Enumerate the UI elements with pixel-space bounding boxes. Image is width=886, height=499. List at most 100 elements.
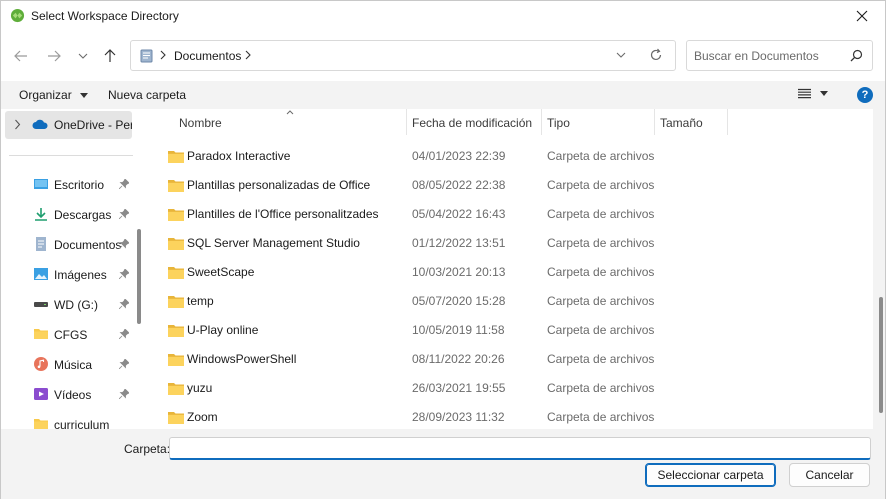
folder-icon — [168, 238, 184, 250]
file-type: Carpeta de archivos — [547, 323, 655, 337]
search-input[interactable] — [694, 48, 844, 64]
column-header-label: Nombre — [179, 116, 222, 130]
column-header-name[interactable]: Nombre — [148, 109, 406, 135]
sidebar-item-escritorio[interactable]: Escritorio — [1, 171, 135, 199]
file-modified-date: 01/12/2022 13:51 — [412, 236, 506, 250]
arrow-left-icon — [14, 50, 27, 62]
download-icon — [35, 208, 47, 221]
refresh-icon[interactable] — [649, 48, 663, 62]
file-list-scrollbar[interactable] — [879, 297, 883, 413]
file-list: Nombre Fecha de modificación Tipo Tamaño… — [148, 109, 873, 429]
file-type: Carpeta de archivos — [547, 352, 655, 366]
eclipse-app-icon — [10, 8, 25, 23]
pin-icon[interactable] — [119, 239, 129, 249]
sidebar-item-imagenes[interactable]: Imágenes — [1, 261, 135, 289]
sidebar-item-videos[interactable]: Vídeos — [1, 381, 135, 409]
file-name: U-Play online — [187, 323, 259, 337]
file-name: Plantillas personalizadas de Office — [187, 178, 371, 192]
folder-icon — [168, 209, 184, 221]
view-options-button[interactable] — [798, 88, 828, 99]
sidebar-item-musica[interactable]: Música — [1, 351, 135, 379]
new-folder-button[interactable]: Nueva carpeta — [108, 88, 186, 102]
sidebar-item-descargas[interactable]: Descargas — [1, 201, 135, 229]
sidebar-item-label: Vídeos — [54, 388, 92, 402]
pin-icon[interactable] — [119, 299, 129, 309]
up-button[interactable] — [99, 45, 121, 67]
select-folder-button[interactable]: Seleccionar carpeta — [645, 463, 776, 487]
help-button[interactable]: ? — [857, 87, 873, 103]
folder-input[interactable] — [169, 437, 871, 460]
dialog-footer: Carpeta: Seleccionar carpeta Cancelar — [1, 429, 885, 499]
breadcrumb-chevron-icon[interactable] — [244, 49, 252, 61]
file-modified-date: 05/04/2022 16:43 — [412, 207, 506, 221]
file-modified-date: 10/03/2021 20:13 — [412, 265, 506, 279]
file-row[interactable]: Plantilles de l'Office personalitzades 05… — [148, 199, 848, 228]
file-type: Carpeta de archivos — [547, 265, 655, 279]
file-row[interactable]: WindowsPowerShell 08/11/2022 20:26 Carpeta… — [148, 344, 848, 373]
sidebar-item-documentos[interactable]: Documentos — [1, 231, 135, 259]
pin-icon[interactable] — [119, 329, 129, 339]
file-row[interactable]: yuzu 26/03/2021 19:55 Carpeta de archivos — [148, 373, 848, 402]
back-button[interactable] — [10, 45, 32, 67]
sidebar-item-curriculum[interactable]: curriculum — [1, 411, 135, 429]
address-row: Documentos — [1, 31, 885, 81]
close-button[interactable] — [839, 1, 885, 31]
music-icon — [34, 357, 48, 371]
file-row[interactable]: Paradox Interactive 04/01/2023 22:39 Carpe… — [148, 141, 848, 170]
document-icon — [36, 237, 46, 251]
file-name: WindowsPowerShell — [187, 352, 297, 366]
file-row[interactable]: SweetScape 10/03/2021 20:13 Carpeta de arc… — [148, 257, 848, 286]
file-name: yuzu — [187, 381, 213, 395]
column-header-type[interactable]: Tipo — [542, 109, 654, 135]
nav-scrollbar[interactable] — [137, 229, 141, 324]
file-modified-date: 08/11/2022 20:26 — [412, 352, 505, 366]
column-divider[interactable] — [727, 109, 728, 135]
folder-icon — [168, 151, 184, 163]
file-modified-date: 05/07/2020 15:28 — [412, 294, 506, 308]
cancel-button[interactable]: Cancelar — [789, 463, 870, 487]
organize-button[interactable]: Organizar — [19, 88, 89, 102]
address-dropdown-icon[interactable] — [615, 49, 627, 61]
file-modified-date: 04/01/2023 22:39 — [412, 149, 506, 163]
sidebar-item-onedrive[interactable]: OneDrive - Personal — [5, 111, 132, 139]
file-row[interactable]: U-Play online 10/05/2019 11:58 Carpeta de … — [148, 315, 848, 344]
column-header-label: Tamaño — [660, 116, 703, 130]
address-bar[interactable]: Documentos — [130, 40, 676, 71]
pin-icon[interactable] — [119, 209, 129, 219]
chevron-right-icon[interactable] — [14, 119, 21, 130]
forward-button[interactable] — [43, 45, 65, 67]
pin-icon[interactable] — [119, 179, 129, 189]
file-type: Carpeta de archivos — [547, 381, 655, 395]
column-header-label: Fecha de modificación — [412, 116, 533, 130]
folder-icon — [168, 325, 184, 337]
file-name: Paradox Interactive — [187, 149, 291, 163]
file-type: Carpeta de archivos — [547, 236, 655, 250]
folder-field-label: Carpeta: — [124, 442, 171, 456]
column-header-size[interactable]: Tamaño — [655, 109, 727, 135]
sidebar-item-label: Música — [54, 358, 93, 372]
pin-icon[interactable] — [119, 359, 129, 369]
sidebar-item-label: Descargas — [54, 208, 112, 222]
sidebar-item-label: OneDrive - Personal — [54, 118, 132, 132]
file-type: Carpeta de archivos — [547, 294, 655, 308]
folder-icon — [168, 267, 184, 279]
sidebar-item-label: Documentos — [54, 238, 122, 252]
column-header-label: Tipo — [547, 116, 570, 130]
sidebar-item-cfgs[interactable]: CFGS — [1, 321, 135, 349]
folder-icon — [34, 329, 48, 339]
sidebar-item-wd-drive[interactable]: WD (G:) — [1, 291, 135, 319]
pin-icon[interactable] — [119, 389, 129, 399]
file-name: SQL Server Management Studio — [187, 236, 360, 250]
pin-icon[interactable] — [119, 269, 129, 279]
window-title: Select Workspace Directory — [31, 9, 179, 23]
caret-down-icon — [80, 93, 89, 99]
column-header-modified[interactable]: Fecha de modificación — [407, 109, 541, 135]
file-row[interactable]: SQL Server Management Studio 01/12/2022 1… — [148, 228, 848, 257]
breadcrumb-documentos[interactable]: Documentos — [174, 49, 241, 63]
recent-locations-button[interactable] — [72, 45, 94, 67]
file-row[interactable]: temp 05/07/2020 15:28 Carpeta de archivos — [148, 286, 848, 315]
search-icon[interactable] — [850, 49, 863, 62]
search-box[interactable] — [686, 40, 873, 71]
file-row[interactable]: Zoom 28/09/2023 11:32 Carpeta de archivos — [148, 402, 848, 429]
file-row[interactable]: Plantillas personalizadas de Office 08/05… — [148, 170, 848, 199]
